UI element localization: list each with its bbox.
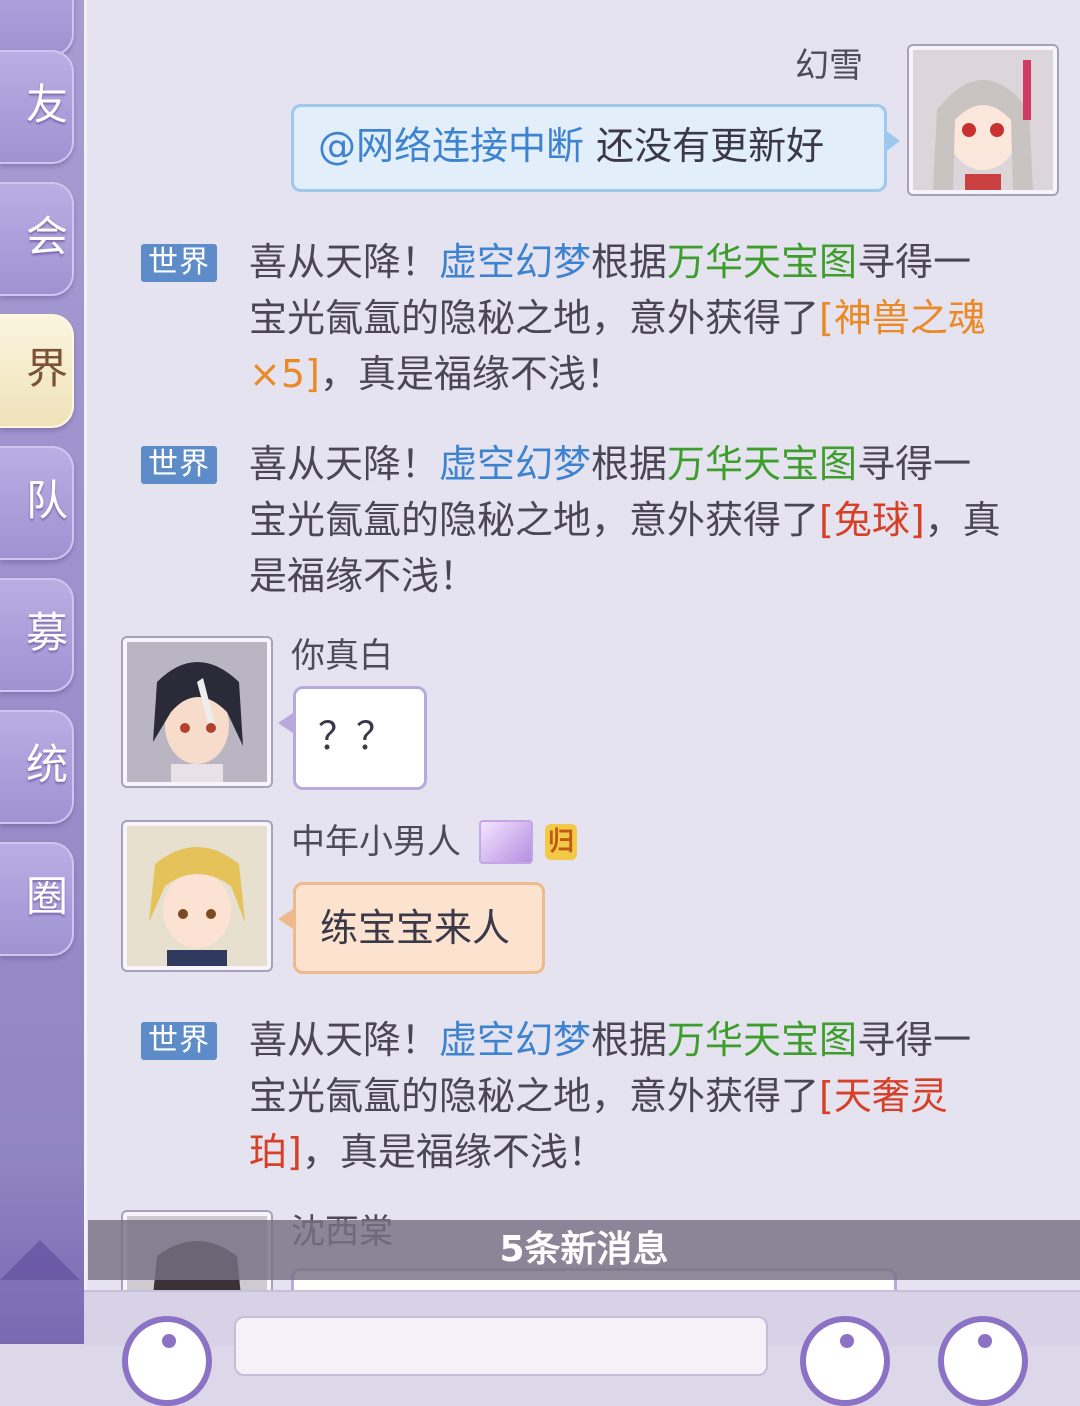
girl-portrait-icon [913, 50, 1053, 190]
chat-input[interactable] [234, 1316, 768, 1376]
sidebar-tab-system[interactable]: 统 [0, 710, 74, 824]
return-badge: 归 [545, 824, 577, 860]
sidebar-tab-top[interactable] [0, 0, 74, 56]
avatar[interactable] [121, 820, 273, 972]
sidebar-decoration [0, 1160, 84, 1344]
bubble-tail [278, 907, 296, 931]
item-link[interactable]: [兔球] [819, 498, 925, 542]
world-channel-badge: 世界 [141, 244, 217, 282]
message-text: @网络连接中断 还没有更新好 [318, 124, 825, 168]
sidebar-tab-friends[interactable]: 友 [0, 50, 74, 164]
sidebar-tab-label: 会 [25, 212, 68, 261]
chat-input-bar [84, 1290, 1080, 1406]
chat-bubble[interactable]: ？？ [278, 686, 427, 790]
mention-text[interactable]: @网络连接中断 [318, 124, 584, 168]
sidebar-tab-team[interactable]: 队 [0, 446, 74, 560]
sidebar-tab-label: 统 [25, 740, 68, 789]
player-link[interactable]: 虚空幻梦 [439, 1018, 591, 1062]
boy-portrait-icon [127, 642, 267, 782]
chat-bubble[interactable]: @网络连接中断 还没有更新好 [291, 104, 900, 192]
sidebar-tab-label: 友 [25, 80, 68, 129]
player-link[interactable]: 虚空幻梦 [439, 442, 591, 486]
emoji-button[interactable] [800, 1316, 890, 1406]
image-badge-icon [479, 820, 533, 864]
voice-button[interactable] [122, 1316, 212, 1406]
system-message: 喜从天降！虚空幻梦根据万华天宝图寻得一宝光氤氲的隐秘之地，意外获得了[天奢灵珀]… [249, 1018, 972, 1174]
message-text: 练宝宝来人 [320, 906, 511, 950]
sidebar-tab-recruit[interactable]: 募 [0, 578, 74, 692]
bubble-tail [884, 129, 900, 153]
world-channel-badge: 世界 [141, 1022, 217, 1060]
avatar[interactable] [907, 44, 1059, 196]
player-link[interactable]: 虚空幻梦 [439, 240, 591, 284]
map-link[interactable]: 万华天宝图 [667, 240, 857, 284]
world-channel-badge: 世界 [141, 446, 217, 484]
sender-name: 中年小男人 [291, 822, 461, 862]
channel-sidebar: 友 会 界 队 募 统 圈 [0, 0, 84, 1344]
sender-name: 幻雪 [795, 46, 863, 86]
sidebar-tab-label: 募 [25, 608, 68, 657]
sidebar-tab-label: 界 [25, 344, 68, 393]
chat-bubble[interactable]: 练宝宝来人 [278, 882, 545, 974]
more-button[interactable] [938, 1316, 1028, 1406]
sidebar-tab-label: 圈 [25, 872, 68, 921]
system-message: 喜从天降！虚空幻梦根据万华天宝图寻得一宝光氤氲的隐秘之地，意外获得了[兔球]，真… [249, 442, 1001, 598]
sidebar-tab-circle[interactable]: 圈 [0, 842, 74, 956]
avatar[interactable] [121, 636, 273, 788]
bubble-tail [278, 711, 296, 735]
new-messages-button[interactable]: 5条新消息 [88, 1220, 1080, 1280]
sidebar-tab-label: 队 [25, 476, 68, 525]
sidebar-tab-guild[interactable]: 会 [0, 182, 74, 296]
sidebar-tab-world[interactable]: 界 [0, 314, 74, 428]
system-message: 喜从天降！虚空幻梦根据万华天宝图寻得一宝光氤氲的隐秘之地，意外获得了[神兽之魂 … [249, 240, 986, 396]
map-link[interactable]: 万华天宝图 [667, 1018, 857, 1062]
map-link[interactable]: 万华天宝图 [667, 442, 857, 486]
chat-panel[interactable]: 幻雪 @网络连接中断 还没有更新好 世界 喜从天降！虚空幻梦根据万华天宝图寻得一… [84, 0, 1080, 1290]
message-text: ？？ [318, 714, 395, 758]
sender-name: 你真白 [291, 636, 393, 676]
blond-boy-portrait-icon [127, 826, 267, 966]
